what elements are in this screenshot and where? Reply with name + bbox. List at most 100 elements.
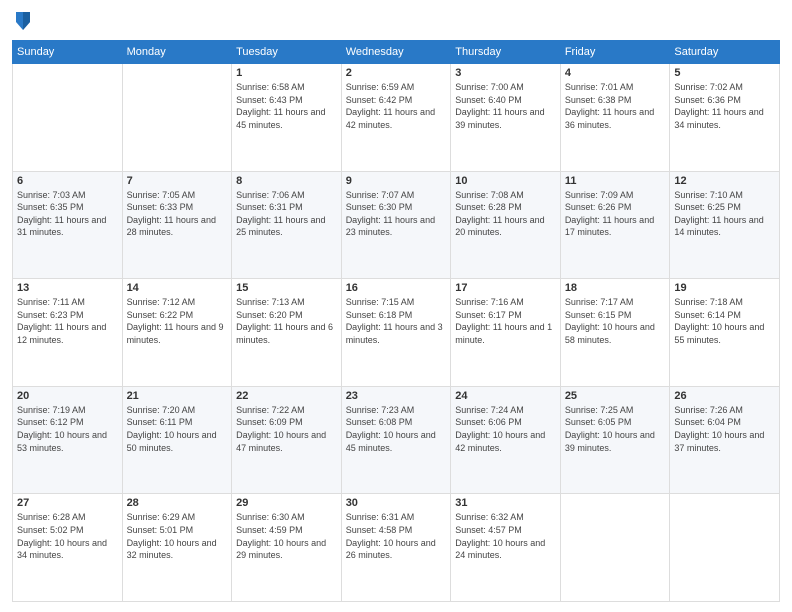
calendar-cell: 5 Sunrise: 7:02 AM Sunset: 6:36 PM Daylig… bbox=[670, 64, 780, 172]
day-info: Sunrise: 7:05 AM Sunset: 6:33 PM Dayligh… bbox=[127, 189, 228, 239]
weekday-header-thursday: Thursday bbox=[451, 41, 561, 64]
day-info: Sunrise: 7:02 AM Sunset: 6:36 PM Dayligh… bbox=[674, 81, 775, 131]
calendar-cell: 7 Sunrise: 7:05 AM Sunset: 6:33 PM Daylig… bbox=[122, 171, 232, 279]
day-info: Sunrise: 7:11 AM Sunset: 6:23 PM Dayligh… bbox=[17, 296, 118, 346]
day-number: 9 bbox=[346, 175, 447, 187]
page: SundayMondayTuesdayWednesdayThursdayFrid… bbox=[0, 0, 792, 612]
day-info: Sunrise: 7:03 AM Sunset: 6:35 PM Dayligh… bbox=[17, 189, 118, 239]
day-number: 27 bbox=[17, 497, 118, 509]
calendar-cell: 27 Sunrise: 6:28 AM Sunset: 5:02 PM Dayli… bbox=[13, 494, 123, 602]
calendar-cell: 2Sunrise: 6:59 AM Sunset: 6:42 PM Daylig… bbox=[341, 64, 451, 172]
calendar-cell: 14 Sunrise: 7:12 AM Sunset: 6:22 PM Dayli… bbox=[122, 279, 232, 387]
day-number: 16 bbox=[346, 282, 447, 294]
calendar-cell: 29 Sunrise: 6:30 AM Sunset: 4:59 PM Dayli… bbox=[232, 494, 342, 602]
day-number: 3 bbox=[455, 67, 556, 79]
day-info: Sunrise: 7:25 AM Sunset: 6:05 PM Dayligh… bbox=[565, 404, 666, 454]
day-info: Sunrise: 6:58 AM Sunset: 6:43 PM Dayligh… bbox=[236, 81, 337, 131]
day-number: 15 bbox=[236, 282, 337, 294]
day-number: 10 bbox=[455, 175, 556, 187]
calendar-cell bbox=[670, 494, 780, 602]
day-info: Sunrise: 7:26 AM Sunset: 6:04 PM Dayligh… bbox=[674, 404, 775, 454]
day-info: Sunrise: 7:07 AM Sunset: 6:30 PM Dayligh… bbox=[346, 189, 447, 239]
logo bbox=[12, 10, 34, 32]
calendar-cell: 28 Sunrise: 6:29 AM Sunset: 5:01 PM Dayli… bbox=[122, 494, 232, 602]
day-info: Sunrise: 7:22 AM Sunset: 6:09 PM Dayligh… bbox=[236, 404, 337, 454]
calendar-cell: 19 Sunrise: 7:18 AM Sunset: 6:14 PM Dayli… bbox=[670, 279, 780, 387]
day-info: Sunrise: 7:10 AM Sunset: 6:25 PM Dayligh… bbox=[674, 189, 775, 239]
day-number: 5 bbox=[674, 67, 775, 79]
day-number: 8 bbox=[236, 175, 337, 187]
weekday-header-row: SundayMondayTuesdayWednesdayThursdayFrid… bbox=[13, 41, 780, 64]
day-number: 1 bbox=[236, 67, 337, 79]
day-number: 24 bbox=[455, 390, 556, 402]
header bbox=[12, 10, 780, 32]
calendar-week-1: 1 Sunrise: 6:58 AM Sunset: 6:43 PM Daylig… bbox=[13, 64, 780, 172]
calendar-cell: 11 Sunrise: 7:09 AM Sunset: 6:26 PM Dayli… bbox=[560, 171, 670, 279]
day-number: 4 bbox=[565, 67, 666, 79]
day-info: Sunrise: 6:28 AM Sunset: 5:02 PM Dayligh… bbox=[17, 511, 118, 561]
day-number: 19 bbox=[674, 282, 775, 294]
day-number: 25 bbox=[565, 390, 666, 402]
day-info: Sunrise: 7:20 AM Sunset: 6:11 PM Dayligh… bbox=[127, 404, 228, 454]
day-number: 28 bbox=[127, 497, 228, 509]
calendar-cell: 16 Sunrise: 7:15 AM Sunset: 6:18 PM Dayli… bbox=[341, 279, 451, 387]
day-info: Sunrise: 7:08 AM Sunset: 6:28 PM Dayligh… bbox=[455, 189, 556, 239]
calendar-cell: 3Sunrise: 7:00 AM Sunset: 6:40 PM Daylig… bbox=[451, 64, 561, 172]
day-info: Sunrise: 7:19 AM Sunset: 6:12 PM Dayligh… bbox=[17, 404, 118, 454]
day-number: 29 bbox=[236, 497, 337, 509]
day-info: Sunrise: 7:18 AM Sunset: 6:14 PM Dayligh… bbox=[674, 296, 775, 346]
calendar-week-3: 13 Sunrise: 7:11 AM Sunset: 6:23 PM Dayli… bbox=[13, 279, 780, 387]
day-number: 23 bbox=[346, 390, 447, 402]
day-number: 18 bbox=[565, 282, 666, 294]
calendar-cell: 24Sunrise: 7:24 AM Sunset: 6:06 PM Dayli… bbox=[451, 386, 561, 494]
day-number: 21 bbox=[127, 390, 228, 402]
day-info: Sunrise: 7:16 AM Sunset: 6:17 PM Dayligh… bbox=[455, 296, 556, 346]
calendar-cell: 26 Sunrise: 7:26 AM Sunset: 6:04 PM Dayli… bbox=[670, 386, 780, 494]
day-number: 22 bbox=[236, 390, 337, 402]
calendar-cell: 18 Sunrise: 7:17 AM Sunset: 6:15 PM Dayli… bbox=[560, 279, 670, 387]
day-info: Sunrise: 7:17 AM Sunset: 6:15 PM Dayligh… bbox=[565, 296, 666, 346]
day-number: 12 bbox=[674, 175, 775, 187]
calendar-cell: 10 Sunrise: 7:08 AM Sunset: 6:28 PM Dayli… bbox=[451, 171, 561, 279]
calendar-table: SundayMondayTuesdayWednesdayThursdayFrid… bbox=[12, 40, 780, 602]
day-info: Sunrise: 7:09 AM Sunset: 6:26 PM Dayligh… bbox=[565, 189, 666, 239]
day-info: Sunrise: 6:29 AM Sunset: 5:01 PM Dayligh… bbox=[127, 511, 228, 561]
logo-icon bbox=[14, 10, 32, 32]
day-number: 7 bbox=[127, 175, 228, 187]
calendar-week-4: 20 Sunrise: 7:19 AM Sunset: 6:12 PM Dayli… bbox=[13, 386, 780, 494]
calendar-cell: 15Sunrise: 7:13 AM Sunset: 6:20 PM Dayli… bbox=[232, 279, 342, 387]
day-info: Sunrise: 7:23 AM Sunset: 6:08 PM Dayligh… bbox=[346, 404, 447, 454]
day-number: 6 bbox=[17, 175, 118, 187]
day-number: 20 bbox=[17, 390, 118, 402]
calendar-cell: 6 Sunrise: 7:03 AM Sunset: 6:35 PM Daylig… bbox=[13, 171, 123, 279]
day-info: Sunrise: 7:15 AM Sunset: 6:18 PM Dayligh… bbox=[346, 296, 447, 346]
day-info: Sunrise: 7:06 AM Sunset: 6:31 PM Dayligh… bbox=[236, 189, 337, 239]
day-info: Sunrise: 7:01 AM Sunset: 6:38 PM Dayligh… bbox=[565, 81, 666, 131]
calendar-cell: 22 Sunrise: 7:22 AM Sunset: 6:09 PM Dayli… bbox=[232, 386, 342, 494]
calendar-cell bbox=[122, 64, 232, 172]
weekday-header-friday: Friday bbox=[560, 41, 670, 64]
day-info: Sunrise: 7:12 AM Sunset: 6:22 PM Dayligh… bbox=[127, 296, 228, 346]
calendar-cell: 9 Sunrise: 7:07 AM Sunset: 6:30 PM Daylig… bbox=[341, 171, 451, 279]
calendar-cell: 17Sunrise: 7:16 AM Sunset: 6:17 PM Dayli… bbox=[451, 279, 561, 387]
calendar-cell: 21 Sunrise: 7:20 AM Sunset: 6:11 PM Dayli… bbox=[122, 386, 232, 494]
day-number: 11 bbox=[565, 175, 666, 187]
weekday-header-sunday: Sunday bbox=[13, 41, 123, 64]
weekday-header-saturday: Saturday bbox=[670, 41, 780, 64]
day-info: Sunrise: 6:31 AM Sunset: 4:58 PM Dayligh… bbox=[346, 511, 447, 561]
day-number: 14 bbox=[127, 282, 228, 294]
calendar-cell: 4 Sunrise: 7:01 AM Sunset: 6:38 PM Daylig… bbox=[560, 64, 670, 172]
calendar-cell: 25 Sunrise: 7:25 AM Sunset: 6:05 PM Dayli… bbox=[560, 386, 670, 494]
calendar-cell: 1 Sunrise: 6:58 AM Sunset: 6:43 PM Daylig… bbox=[232, 64, 342, 172]
day-number: 13 bbox=[17, 282, 118, 294]
day-info: Sunrise: 6:30 AM Sunset: 4:59 PM Dayligh… bbox=[236, 511, 337, 561]
day-number: 2 bbox=[346, 67, 447, 79]
calendar-cell: 8 Sunrise: 7:06 AM Sunset: 6:31 PM Daylig… bbox=[232, 171, 342, 279]
day-number: 26 bbox=[674, 390, 775, 402]
day-info: Sunrise: 6:32 AM Sunset: 4:57 PM Dayligh… bbox=[455, 511, 556, 561]
calendar-week-5: 27 Sunrise: 6:28 AM Sunset: 5:02 PM Dayli… bbox=[13, 494, 780, 602]
calendar-cell bbox=[13, 64, 123, 172]
calendar-cell: 13 Sunrise: 7:11 AM Sunset: 6:23 PM Dayli… bbox=[13, 279, 123, 387]
weekday-header-tuesday: Tuesday bbox=[232, 41, 342, 64]
calendar-week-2: 6 Sunrise: 7:03 AM Sunset: 6:35 PM Daylig… bbox=[13, 171, 780, 279]
